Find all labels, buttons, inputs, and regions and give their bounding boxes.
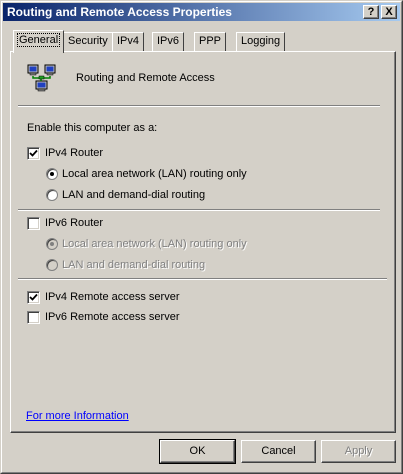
- ok-button[interactable]: OK: [159, 439, 236, 464]
- ipv6-lan-only-radio: [46, 238, 58, 250]
- apply-button[interactable]: Apply: [321, 440, 396, 463]
- help-icon: ?: [367, 6, 375, 18]
- tab-general[interactable]: General: [13, 30, 65, 53]
- ipv6-ras-label[interactable]: IPv6 Remote access server: [45, 311, 180, 323]
- ipv6-demand-dial-radio: [46, 259, 58, 271]
- title-bar[interactable]: Routing and Remote Access Properties ? X: [3, 3, 400, 21]
- ipv6-router-checkbox[interactable]: [27, 217, 40, 230]
- window-title: Routing and Remote Access Properties: [7, 5, 232, 19]
- ipv4-ras-label[interactable]: IPv4 Remote access server: [45, 291, 180, 303]
- tab-ipv6[interactable]: IPv6: [152, 32, 185, 51]
- close-button[interactable]: X: [381, 5, 397, 19]
- network-computers-icon: [27, 64, 57, 94]
- tab-ppp[interactable]: PPP: [194, 32, 227, 51]
- general-tab-panel: Routing and Remote Access Enable this co…: [10, 51, 396, 433]
- ipv6-lan-only-label: Local area network (LAN) routing only: [62, 238, 247, 250]
- checkmark-icon: [29, 293, 38, 301]
- ipv6-demand-dial-label: LAN and demand-dial routing: [62, 259, 206, 271]
- properties-dialog: Routing and Remote Access Properties ? X…: [0, 0, 403, 474]
- tab-logging[interactable]: Logging: [236, 32, 286, 51]
- help-button[interactable]: ?: [363, 5, 379, 19]
- tab-label: IPv4: [117, 35, 140, 47]
- ipv6-divider: [18, 278, 387, 280]
- ipv4-lan-only-label[interactable]: Local area network (LAN) routing only: [62, 168, 247, 180]
- close-icon: X: [385, 6, 393, 18]
- ipv4-ras-checkbox[interactable]: [27, 291, 40, 304]
- ipv6-ras-checkbox[interactable]: [27, 311, 40, 324]
- more-info-link[interactable]: For more Information: [26, 410, 129, 422]
- header-divider: [18, 105, 380, 107]
- tab-label: IPv6: [157, 35, 180, 47]
- ipv4-router-label[interactable]: IPv4 Router: [45, 147, 103, 159]
- ipv4-lan-only-radio[interactable]: [46, 168, 58, 180]
- tab-ipv4[interactable]: IPv4: [112, 32, 145, 51]
- ipv4-demand-dial-label[interactable]: LAN and demand-dial routing: [62, 189, 205, 201]
- tab-label: General: [16, 33, 61, 47]
- tab-label: Logging: [241, 35, 281, 47]
- tab-label: PPP: [199, 35, 222, 47]
- radio-dot-icon: [50, 172, 54, 176]
- checkmark-icon: [29, 149, 38, 157]
- ipv6-router-label[interactable]: IPv6 Router: [45, 217, 103, 229]
- ipv4-router-checkbox[interactable]: [27, 147, 40, 160]
- ipv4-demand-dial-radio[interactable]: [46, 189, 58, 201]
- cancel-button[interactable]: Cancel: [241, 440, 316, 463]
- radio-dot-icon: [50, 242, 54, 246]
- ipv4-divider: [18, 209, 380, 211]
- tab-label: Security: [68, 35, 108, 47]
- tab-security[interactable]: Security: [63, 32, 113, 51]
- enable-label: Enable this computer as a:: [27, 122, 158, 134]
- header-title: Routing and Remote Access: [76, 72, 215, 84]
